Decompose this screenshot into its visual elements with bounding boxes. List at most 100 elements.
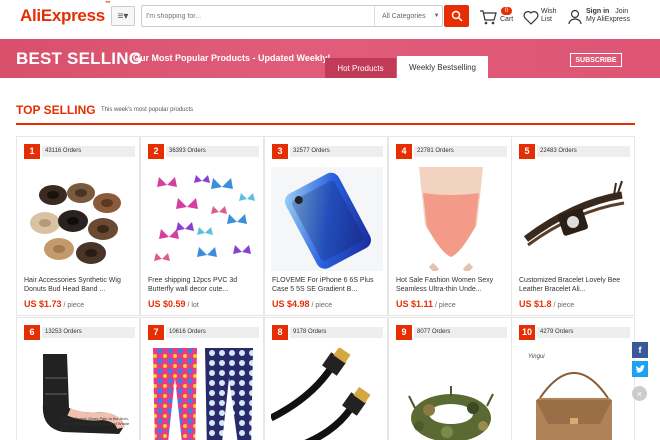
close-icon: × bbox=[636, 388, 643, 399]
product-title[interactable]: Hair Accessories Synthetic Wig Donuts Bu… bbox=[24, 276, 138, 294]
price-value: US $1.11 bbox=[396, 299, 434, 309]
section-subtitle: This week's most popular products bbox=[101, 107, 194, 113]
orders-count: 13253 Orders bbox=[42, 327, 135, 338]
product-card[interactable]: 9 8077 Orders bbox=[388, 317, 512, 440]
product-image[interactable] bbox=[271, 348, 383, 440]
product-image[interactable] bbox=[147, 348, 259, 440]
rank-badge: 8 bbox=[272, 325, 288, 340]
product-image[interactable] bbox=[23, 167, 135, 271]
orders-count: 8077 Orders bbox=[414, 327, 507, 338]
image-caption: 7 Zone Design Gives Pain to the Arch, Pl… bbox=[61, 416, 130, 431]
aliexpress-logo[interactable]: AliExpress™ bbox=[20, 1, 111, 26]
orders-count: 32577 Orders bbox=[290, 146, 383, 157]
rank-badge: 10 bbox=[519, 325, 535, 340]
product-title[interactable]: Free shipping 12pcs PVC 3d Butterfly wal… bbox=[148, 276, 262, 294]
twitter-share-button[interactable]: t bbox=[632, 361, 648, 377]
rank-badge: 1 bbox=[24, 144, 40, 159]
product-image[interactable] bbox=[271, 167, 383, 271]
butterfly-icon bbox=[147, 167, 259, 271]
hdmi-cable-icon bbox=[271, 348, 383, 440]
my-aliexpress-link[interactable]: My AliExpress bbox=[586, 16, 630, 23]
best-selling-banner: BEST SELLING Our Most Popular Products -… bbox=[0, 39, 660, 78]
orders-count: 36393 Orders bbox=[166, 146, 259, 157]
product-title[interactable]: Customized Bracelet Lovely Bee Leather B… bbox=[519, 276, 633, 294]
search-icon bbox=[451, 10, 463, 22]
search-category-label: All Categories bbox=[382, 12, 426, 20]
price-unit: / piece bbox=[61, 302, 85, 309]
price-value: US $0.59 bbox=[148, 299, 186, 309]
price-value: US $1.8 bbox=[519, 299, 552, 309]
category-menu-button[interactable]: ≡▾ bbox=[111, 6, 135, 26]
account-area: Sign in Join My AliExpress bbox=[568, 8, 648, 30]
product-title[interactable]: Hot Sale Fashion Women Sexy Seamless Ult… bbox=[396, 276, 510, 294]
hair-donut-icon bbox=[23, 167, 135, 271]
wish-list-button[interactable]: Wish List bbox=[523, 8, 559, 30]
product-card[interactable]: 6 13253 Orders 7 Zone Design Gives Pain … bbox=[16, 317, 140, 440]
product-card[interactable]: 2 36393 Orders Free shipping 12pcs PVC 3… bbox=[140, 136, 264, 316]
product-card[interactable]: 1 43116 Orders Hair Accessories Syntheti… bbox=[16, 136, 140, 316]
search-input[interactable] bbox=[146, 8, 366, 24]
orders-count: 4279 Orders bbox=[537, 327, 630, 338]
price-value: US $1.73 bbox=[24, 299, 62, 309]
wish-label-line1: Wish bbox=[541, 8, 557, 15]
orders-count: 22781 Orders bbox=[414, 146, 507, 157]
leggings-icon bbox=[147, 348, 259, 440]
cart-icon bbox=[480, 10, 497, 25]
product-card[interactable]: 7 10616 Orders bbox=[140, 317, 264, 440]
product-card[interactable]: 4 22781 Orders Hot Sale Fashion Women Se… bbox=[388, 136, 512, 316]
product-price: US $4.98 / piece bbox=[272, 299, 332, 309]
product-card[interactable]: 3 32577 Orders FLOVEME For iPhone 6 6S P… bbox=[264, 136, 388, 316]
subscribe-button[interactable]: SUBSCRIBE bbox=[570, 53, 622, 67]
sign-in-link[interactable]: Sign in bbox=[586, 8, 609, 15]
logo-text: AliExpress bbox=[20, 6, 105, 25]
rank-badge: 5 bbox=[519, 144, 535, 159]
top-header: AliExpress™ ≡▾ All Categories ▼ 0 Cart W… bbox=[0, 0, 660, 36]
wish-label-line2: List bbox=[541, 16, 552, 23]
product-grid: 1 43116 Orders Hair Accessories Syntheti… bbox=[16, 136, 635, 440]
product-image[interactable] bbox=[147, 167, 259, 271]
search-button[interactable] bbox=[444, 5, 469, 27]
rank-badge: 6 bbox=[24, 325, 40, 340]
price-unit: / piece bbox=[309, 302, 333, 309]
rank-badge: 2 bbox=[148, 144, 164, 159]
heart-icon bbox=[523, 11, 539, 25]
section-divider bbox=[16, 123, 635, 125]
tab-hot-products[interactable]: Hot Products bbox=[325, 58, 396, 78]
rank-badge: 7 bbox=[148, 325, 164, 340]
product-card[interactable]: 5 22483 Orders Customized Bracelet Lovel… bbox=[511, 136, 635, 316]
account-links: Sign in Join My AliExpress bbox=[586, 8, 630, 24]
brand-watermark: Yingui bbox=[528, 354, 545, 360]
phone-case-icon bbox=[271, 167, 383, 271]
handbag-icon bbox=[518, 348, 630, 440]
product-price: US $1.73 / piece bbox=[24, 299, 84, 309]
product-image[interactable] bbox=[518, 167, 630, 271]
rank-badge: 4 bbox=[396, 144, 412, 159]
underwear-icon bbox=[395, 167, 507, 271]
bracelet-icon bbox=[518, 167, 630, 271]
price-value: US $4.98 bbox=[272, 299, 310, 309]
product-image[interactable] bbox=[395, 167, 507, 271]
wish-list-label: Wish List bbox=[541, 8, 561, 24]
search-category-dropdown[interactable]: All Categories ▼ bbox=[374, 6, 444, 26]
orders-count: 10616 Orders bbox=[166, 327, 259, 338]
search-box: All Categories ▼ bbox=[141, 5, 443, 27]
product-card[interactable]: 8 9178 Orders bbox=[264, 317, 388, 440]
cart-count-badge: 0 bbox=[501, 7, 512, 15]
product-price: US $1.8 / piece bbox=[519, 299, 574, 309]
rank-badge: 3 bbox=[272, 144, 288, 159]
tab-weekly-bestselling[interactable]: Weekly Bestselling bbox=[397, 56, 488, 78]
orders-count: 43116 Orders bbox=[42, 146, 135, 157]
join-link[interactable]: Join bbox=[615, 8, 628, 15]
product-image[interactable] bbox=[395, 348, 507, 440]
facebook-icon: f bbox=[638, 345, 642, 355]
twitter-icon bbox=[635, 364, 645, 373]
close-share-button[interactable]: × bbox=[632, 386, 647, 401]
cart-button[interactable]: 0 Cart bbox=[479, 7, 515, 29]
orders-count: 9178 Orders bbox=[290, 327, 383, 338]
facebook-share-button[interactable]: f bbox=[632, 342, 648, 358]
banner-subtitle: Our Most Popular Products - Updated Week… bbox=[133, 53, 331, 63]
product-image[interactable] bbox=[518, 348, 630, 440]
rank-badge: 9 bbox=[396, 325, 412, 340]
product-title[interactable]: FLOVEME For iPhone 6 6S Plus Case 5 5S S… bbox=[272, 276, 386, 294]
product-card[interactable]: 10 4279 Orders Yingui bbox=[511, 317, 635, 440]
